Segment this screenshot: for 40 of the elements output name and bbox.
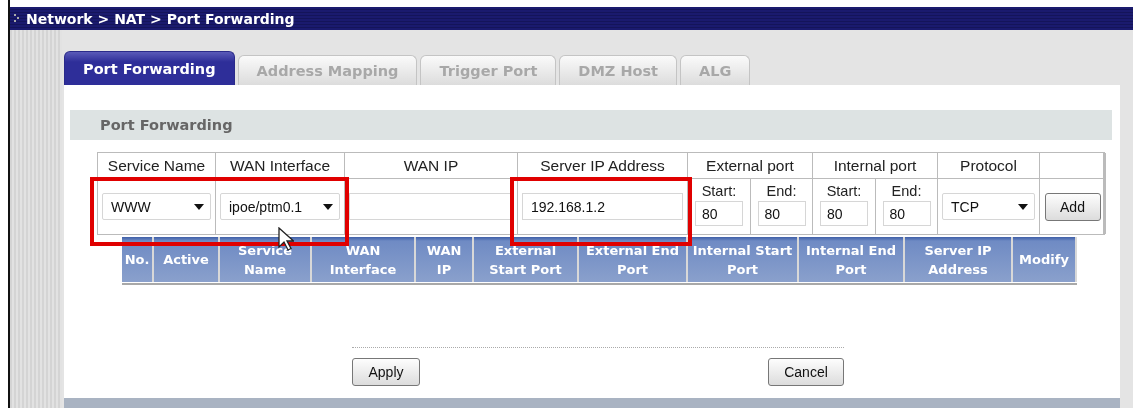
column-header: Protocol [938,153,1040,179]
input-field[interactable] [349,193,513,220]
column-header: No. [122,237,154,282]
add-button[interactable]: Add [1044,192,1101,221]
port-label: End: [891,183,922,199]
tab[interactable]: Port Forwarding [64,51,235,85]
column-header: Service Name [98,153,216,179]
port-label: End: [766,183,797,199]
column-header: External End Port [579,237,688,282]
port-field[interactable]: 80 [757,201,806,226]
input-field[interactable]: 192.168.1.2 [522,193,683,220]
column-header: Internal End Port [799,237,905,282]
column-header: External Start Port [474,237,579,282]
column-header: Active [154,237,220,282]
column-header: Internal Start Port [688,237,799,282]
port-field[interactable]: 80 [882,201,931,226]
dropdown[interactable]: WWW [102,193,211,220]
column-header: Server IP Address [518,153,688,179]
column-header: WAN IP [345,153,518,179]
dropdown[interactable]: TCP [942,193,1035,220]
dropdown-caret-icon [1018,203,1028,210]
port-label: Start: [826,183,862,199]
column-header: Modify [1013,237,1077,282]
apply-button[interactable]: Apply [352,358,420,386]
port-field[interactable]: 80 [695,201,743,226]
column-header: Internal port [813,153,938,179]
cancel-button[interactable]: Cancel [768,358,844,386]
column-header: Server IP Address [905,237,1013,282]
column-header: WAN Interface [312,237,416,282]
column-header: WAN Interface [216,153,345,179]
column-header: External port [688,153,813,179]
dropdown-caret-icon [323,203,333,210]
grip-icon [14,14,20,23]
dropdown[interactable]: ipoe/ptm0.1 [220,193,340,220]
column-header: WAN IP [416,237,474,282]
port-field[interactable]: 80 [820,201,868,226]
port-label: Start: [701,183,737,199]
breadcrumb: Network > NAT > Port Forwarding [26,10,295,27]
section-title: Port Forwarding [100,117,233,133]
dropdown-caret-icon [194,203,204,210]
